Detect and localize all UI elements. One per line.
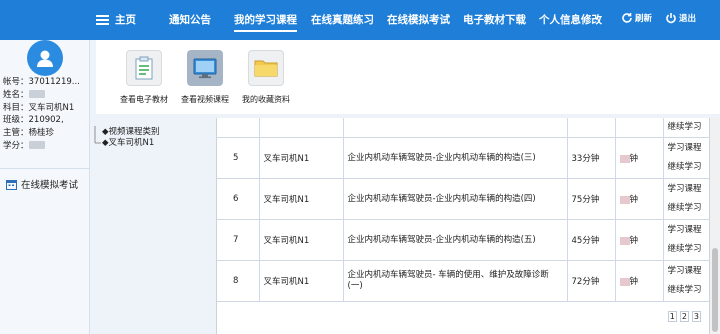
- course-table: 继续学习 5 叉车司机N1 企业内机动车辆驾驶员-企业内机动车辆的构造(三) 3…: [216, 118, 711, 334]
- tree-child-label: 叉车司机N1: [108, 138, 155, 148]
- page-link[interactable]: 3: [691, 311, 701, 322]
- account-text: 帐号：37011219...: [3, 77, 80, 87]
- table-row: 7 叉车司机N1 企业内机动车辆驾驶员-企业内机动车辆的构造(五) 45分钟 钟…: [217, 219, 711, 261]
- top-navigation: 主页 通知公告 我的学习课程 在线真题练习 在线模拟考试 电子教材下载 个人信息…: [0, 0, 720, 40]
- refresh-icon: [622, 13, 632, 23]
- clipboard-icon: [126, 50, 162, 86]
- continue-learning-link[interactable]: 继续学习: [668, 281, 708, 300]
- continue-learning-link[interactable]: 继续学习: [668, 118, 708, 137]
- redacted: [28, 141, 45, 150]
- logout-button[interactable]: 退出: [665, 12, 696, 24]
- name-text: 姓名：: [3, 89, 29, 100]
- course-title: 企业内机动车辆驾驶员-企业内机动车辆的构造(三): [343, 137, 568, 179]
- my-favorites-label: 我的收藏资料: [242, 95, 290, 104]
- tree-lines: [94, 126, 101, 144]
- redacted: [28, 90, 45, 99]
- row-number: 8: [217, 260, 260, 302]
- nav-textbook-download[interactable]: 电子教材下载: [463, 12, 526, 27]
- nav-practice[interactable]: 在线真题练习: [311, 12, 374, 27]
- tree-node-child[interactable]: ◆叉车司机N1: [102, 136, 154, 148]
- course-name: 叉车司机N1: [259, 137, 344, 179]
- view-ebook-label: 查看电子教材: [120, 95, 168, 104]
- folder-icon: [248, 50, 284, 86]
- row-number: 7: [217, 219, 260, 261]
- subject-text: 科目：叉车司机N1: [3, 102, 75, 113]
- learn-course-link[interactable]: 学习课程: [668, 180, 708, 199]
- refresh-button[interactable]: 刷新: [621, 12, 652, 24]
- sidebar-item-mock-exam[interactable]: 在线模拟考试: [6, 177, 78, 191]
- my-favorites-button[interactable]: 我的收藏资料: [236, 50, 296, 105]
- course-title: 企业内机动车辆驾驶员-企业内机动车辆的构造(五): [343, 219, 568, 261]
- learn-course-link[interactable]: 学习课程: [668, 262, 708, 281]
- course-duration: 45分钟: [567, 219, 616, 261]
- divider: [0, 168, 90, 169]
- avatar: [27, 40, 63, 76]
- menu-icon: [96, 14, 109, 25]
- study-time-suffix: 钟: [629, 154, 639, 164]
- resource-toolbar: 查看电子教材 查看视频课程 我的收藏资料: [96, 40, 720, 114]
- credits-text: 学分：: [3, 140, 29, 151]
- home-label: 主页: [115, 14, 136, 26]
- view-video-button[interactable]: 查看视频课程: [175, 50, 235, 105]
- refresh-label: 刷新: [635, 14, 653, 24]
- continue-learning-link[interactable]: 继续学习: [668, 158, 708, 177]
- table-row: 继续学习: [217, 118, 711, 138]
- course-title: 企业内机动车辆驾驶员-企业内机动车辆的构造(四): [343, 178, 568, 220]
- page-link[interactable]: 2: [679, 311, 689, 322]
- learn-course-link[interactable]: 学习课程: [668, 221, 708, 240]
- page-link[interactable]: 1: [667, 311, 677, 322]
- nav-my-courses[interactable]: 我的学习课程: [234, 12, 297, 32]
- power-icon: [666, 13, 676, 24]
- redacted: [619, 154, 630, 163]
- redacted: [619, 195, 630, 204]
- study-time: 钟: [615, 260, 664, 302]
- name-row: 姓名：: [3, 89, 89, 102]
- continue-learning-link[interactable]: 继续学习: [668, 240, 708, 259]
- course-title: 企业内机动车辆驾驶员- 车辆的使用、维护及故障诊断(一): [343, 260, 568, 302]
- view-ebook-button[interactable]: 查看电子教材: [114, 50, 174, 105]
- study-time-suffix: 钟: [629, 236, 639, 246]
- row-number: 5: [217, 137, 260, 179]
- continue-learning-link[interactable]: 继续学习: [668, 199, 708, 218]
- view-video-label: 查看视频课程: [181, 95, 229, 104]
- credits-row: 学分：: [3, 140, 89, 153]
- study-time-suffix: 钟: [629, 277, 639, 287]
- learn-course-link[interactable]: 学习课程: [668, 139, 708, 158]
- home-link[interactable]: 主页: [96, 12, 136, 27]
- course-duration: 33分钟: [567, 137, 616, 179]
- logout-label: 退出: [679, 14, 697, 24]
- study-time: 钟: [615, 137, 664, 179]
- sidebar-item-label: 在线模拟考试: [21, 180, 79, 191]
- user-icon: [37, 50, 53, 67]
- table-row: 5 叉车司机N1 企业内机动车辆驾驶员-企业内机动车辆的构造(三) 33分钟 钟…: [217, 137, 711, 179]
- class-text: 班级：210902,: [3, 115, 64, 126]
- vertical-scrollbar[interactable]: [710, 118, 720, 334]
- study-time-suffix: 钟: [629, 195, 639, 205]
- course-category-tree: ◆视频课程类别 ◆叉车司机N1: [92, 122, 214, 162]
- nav-mock-exam[interactable]: 在线模拟考试: [387, 12, 450, 27]
- course-duration: 72分钟: [567, 260, 616, 302]
- nav-profile-edit[interactable]: 个人信息修改: [539, 12, 602, 27]
- supervisor-text: 主管：杨桂珍: [3, 128, 55, 139]
- sidebar: 帐号：37011219... 姓名： 科目：叉车司机N1 班级：210902, …: [0, 40, 90, 334]
- course-name: 叉车司机N1: [259, 219, 344, 261]
- scrollbar-thumb[interactable]: [712, 248, 718, 332]
- study-time: 钟: [615, 178, 664, 220]
- redacted: [619, 277, 630, 286]
- pagination: 1 2 3: [667, 311, 701, 322]
- monitor-icon: [187, 50, 223, 86]
- table-row: 6 叉车司机N1 企业内机动车辆驾驶员-企业内机动车辆的构造(四) 75分钟 钟…: [217, 178, 711, 220]
- study-time: 钟: [615, 219, 664, 261]
- table-row: 8 叉车司机N1 企业内机动车辆驾驶员- 车辆的使用、维护及故障诊断(一) 72…: [217, 260, 711, 302]
- profile-info: 帐号：37011219... 姓名： 科目：叉车司机N1 班级：210902, …: [3, 76, 89, 153]
- row-number: 6: [217, 178, 260, 220]
- course-name: 叉车司机N1: [259, 178, 344, 220]
- nav-notice[interactable]: 通知公告: [169, 12, 211, 27]
- calendar-icon: [6, 179, 17, 190]
- redacted: [619, 236, 630, 245]
- course-name: 叉车司机N1: [259, 260, 344, 302]
- course-duration: 75分钟: [567, 178, 616, 220]
